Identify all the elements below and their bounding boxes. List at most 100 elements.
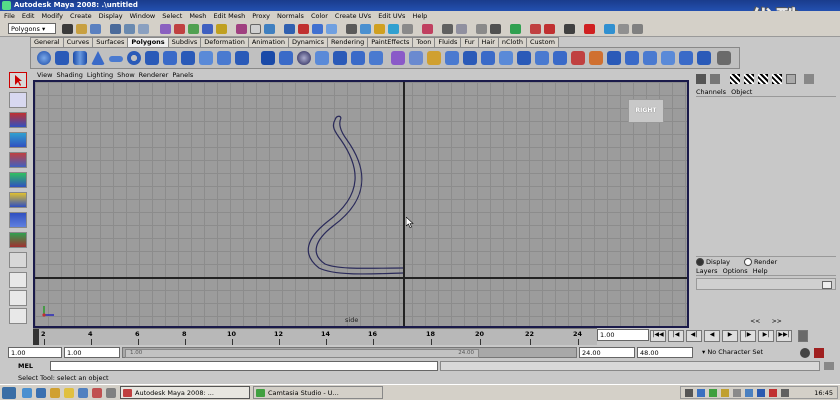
lock-selection-icon[interactable] [442, 24, 453, 34]
menu-edit[interactable]: Edit [22, 12, 35, 20]
tray-app-icon[interactable] [709, 389, 717, 397]
smooth-icon[interactable] [297, 51, 311, 65]
menu-create[interactable]: Create [70, 12, 92, 20]
rotate-tool-icon[interactable] [9, 152, 27, 168]
split-polygon-icon[interactable] [445, 51, 459, 65]
channels-menu[interactable]: Channels [696, 88, 726, 96]
history-icon[interactable] [346, 24, 357, 34]
tab-surfaces[interactable]: Surfaces [92, 37, 129, 47]
tab-ncloth[interactable]: nCloth [497, 37, 527, 47]
select-by-deformations-icon[interactable] [216, 24, 227, 34]
poly-soccer-ball-icon[interactable] [217, 51, 231, 65]
play-forwards-button[interactable]: ▶ [722, 330, 738, 342]
panel-options-icon[interactable] [804, 74, 814, 84]
extrude-icon[interactable] [391, 51, 405, 65]
panel-menu-panels[interactable]: Panels [172, 71, 193, 79]
tray-display-icon[interactable] [733, 389, 741, 397]
last-tool-icon[interactable] [9, 252, 27, 268]
tray-network-icon[interactable] [697, 389, 705, 397]
render-radio[interactable] [744, 258, 753, 266]
tab-dynamics[interactable]: Dynamics [287, 37, 329, 47]
cylindrical-mapping-icon[interactable] [625, 51, 639, 65]
tray-printer-icon[interactable] [685, 389, 693, 397]
tab-hair[interactable]: Hair [477, 37, 499, 47]
poly-pyramid-icon[interactable] [163, 51, 177, 65]
boolean-difference-icon[interactable] [351, 51, 365, 65]
script-editor-icon[interactable] [824, 362, 834, 370]
quick-launch-app2-icon[interactable] [92, 388, 102, 398]
input-output-icon[interactable] [360, 24, 371, 34]
animation-preferences-icon[interactable] [814, 348, 824, 358]
select-tool-icon[interactable] [9, 72, 27, 88]
go-to-end-button[interactable]: ▶▶| [776, 330, 792, 342]
poly-helix-icon[interactable] [199, 51, 213, 65]
rename-icon[interactable] [510, 24, 521, 34]
camera-icon[interactable] [564, 24, 575, 34]
render-settings-icon[interactable] [402, 24, 413, 34]
tab-fluids[interactable]: Fluids [434, 37, 462, 47]
poly-cylinder-icon[interactable] [73, 51, 87, 65]
separate-icon[interactable] [279, 51, 293, 65]
snap-to-grids-icon[interactable] [284, 24, 295, 34]
end-time-field[interactable]: 48.00 [637, 347, 693, 358]
bridge-icon[interactable] [409, 51, 423, 65]
auto-key-icon[interactable] [800, 348, 810, 358]
taskbar-item-maya[interactable]: Autodesk Maya 2008: ... [120, 386, 250, 399]
soft-modification-icon[interactable] [9, 212, 27, 228]
tab-rendering[interactable]: Rendering [327, 37, 369, 47]
quick-launch-app-icon[interactable] [78, 388, 88, 398]
menu-normals[interactable]: Normals [277, 12, 304, 20]
tab-custom[interactable]: Custom [526, 37, 559, 47]
start-button[interactable] [2, 387, 16, 399]
select-component-icon[interactable] [138, 24, 149, 34]
select-by-joints-icon[interactable] [174, 24, 185, 34]
offset-edge-loop-icon[interactable] [481, 51, 495, 65]
menu-help[interactable]: Help [412, 12, 427, 20]
layout-single-pane-icon[interactable] [9, 272, 27, 288]
character-set-dropdown[interactable]: ▾ No Character Set [700, 347, 796, 358]
playback-start-field[interactable]: 1.00 [64, 347, 120, 358]
view-cube-right[interactable]: RIGHT [628, 99, 664, 123]
select-by-rendering-icon[interactable] [250, 24, 261, 34]
open-scene-icon[interactable] [76, 24, 87, 34]
poly-cone-icon[interactable] [91, 51, 105, 65]
insert-edge-loop-icon[interactable] [463, 51, 477, 65]
object-menu[interactable]: Object [731, 88, 752, 96]
quick-launch-media-icon[interactable] [64, 388, 74, 398]
render-view-icon[interactable] [730, 74, 740, 84]
poly-sphere-icon[interactable] [37, 51, 51, 65]
select-by-curves-icon[interactable] [188, 24, 199, 34]
options-menu[interactable]: Options [723, 267, 748, 275]
channel-box-toggle-icon[interactable] [696, 74, 706, 84]
tab-painteffects[interactable]: PaintEffects [367, 37, 414, 47]
tab-polygons[interactable]: Polygons [127, 37, 169, 47]
menu-file[interactable]: File [4, 12, 15, 20]
save-scene-icon[interactable] [90, 24, 101, 34]
select-object-icon[interactable] [124, 24, 135, 34]
snap-to-curves-icon[interactable] [298, 24, 309, 34]
poly-plane-icon[interactable] [109, 56, 123, 62]
panel-menu-shading[interactable]: Shading [56, 71, 82, 79]
display-radio[interactable] [696, 258, 704, 266]
merge-icon[interactable] [517, 51, 531, 65]
tab-fur[interactable]: Fur [460, 37, 479, 47]
paint-select-tool-icon[interactable] [9, 112, 27, 128]
texture-view-icon[interactable] [758, 74, 768, 84]
symmetry-icon[interactable] [544, 24, 555, 34]
select-by-handles-icon[interactable] [160, 24, 171, 34]
shelf-menu-icon[interactable] [717, 51, 731, 65]
side-viewport[interactable]: RIGHT side [33, 80, 689, 328]
current-time-marker[interactable] [33, 329, 39, 345]
snap-to-points-icon[interactable] [312, 24, 323, 34]
poly-cube-icon[interactable] [55, 51, 69, 65]
boolean-intersection-icon[interactable] [369, 51, 383, 65]
layout-side-by-side-icon[interactable] [9, 308, 27, 324]
play-backwards-button[interactable]: ◀ [704, 330, 720, 342]
show-attribute-editor-icon[interactable] [604, 24, 615, 34]
highlight-selection-icon[interactable] [456, 24, 467, 34]
render-current-frame-icon[interactable] [374, 24, 385, 34]
step-back-key-button[interactable]: ◀| [686, 330, 702, 342]
light-view-icon[interactable] [786, 74, 796, 84]
snap-to-view-planes-icon[interactable] [326, 24, 337, 34]
quick-launch-ie-icon[interactable] [22, 388, 32, 398]
